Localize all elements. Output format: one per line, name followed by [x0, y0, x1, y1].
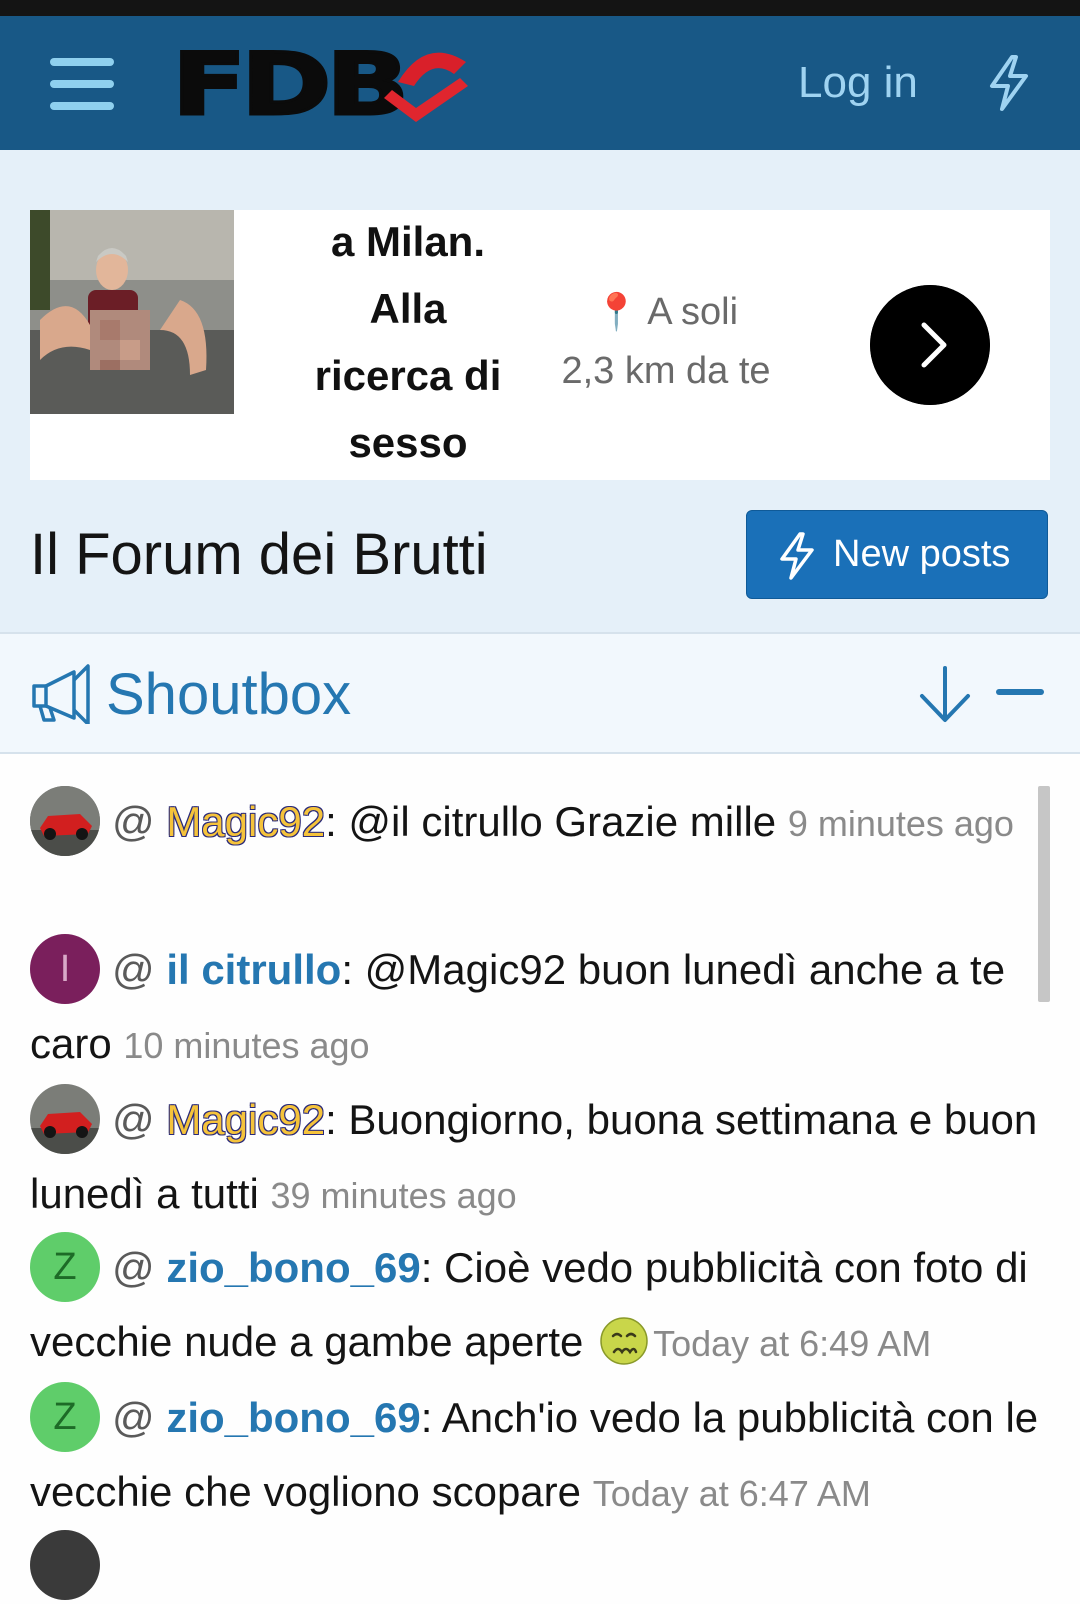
page-title: Il Forum dei Brutti — [30, 522, 488, 587]
at-sign: @ — [112, 798, 155, 845]
hamburger-menu-icon[interactable] — [50, 56, 114, 112]
ad-distance: 2,3 km da te — [561, 350, 771, 392]
timestamp: Today at 6:47 AM — [592, 1472, 871, 1514]
shoutbox-scrollbar[interactable] — [1038, 786, 1050, 1002]
ad-location-label: A soli — [647, 291, 739, 333]
ad-headline-line: ricerca di — [314, 352, 502, 399]
location-pin-icon: 📍 — [593, 291, 639, 332]
username-link[interactable]: zio_bono_69 — [166, 1394, 420, 1441]
timestamp: 9 minutes ago — [787, 803, 1014, 844]
avatar[interactable]: Z — [30, 1231, 100, 1302]
timestamp: Today at 6:49 AM — [653, 1322, 932, 1364]
new-posts-label: New posts — [833, 533, 1011, 575]
shoutbox-header: Shoutbox — [0, 632, 1080, 754]
ad-location: 📍 A soli 2,3 km da te — [534, 282, 798, 401]
shout-message-partial — [30, 1529, 1042, 1604]
shout-message: @ Magic92: @il citrullo Grazie mille 9 m… — [30, 785, 1042, 860]
lightning-bolt-icon — [780, 532, 814, 580]
status-bar — [0, 0, 1080, 16]
at-sign: @ — [112, 946, 155, 993]
new-posts-button[interactable]: New posts — [746, 510, 1048, 599]
username-link[interactable]: il citrullo — [166, 946, 341, 993]
ad-headline-line: sesso — [348, 419, 468, 466]
timestamp: 10 minutes ago — [123, 1024, 370, 1066]
avatar[interactable] — [30, 1083, 100, 1154]
logo-text: FDB — [172, 42, 404, 124]
arrow-down-icon[interactable] — [916, 664, 974, 724]
separator: : — [420, 1394, 433, 1441]
avatar[interactable] — [30, 1529, 100, 1600]
separator: : — [341, 946, 353, 993]
at-sign: @ — [112, 1394, 155, 1441]
shout-message: Z @ zio_bono_69: Cioè vedo pubblicità con… — [30, 1231, 1042, 1380]
ad-arrow-button[interactable] — [870, 285, 990, 405]
shout-message: Z @ zio_bono_69: Anch'io vedo la pubblici… — [30, 1381, 1042, 1530]
collapse-minus-icon[interactable] — [996, 689, 1044, 695]
ad-banner[interactable]: a Milan. Alla ricerca di sesso 📍 A soli … — [30, 210, 1050, 480]
avatar[interactable]: Z — [30, 1381, 100, 1452]
username-link[interactable]: Magic92 — [166, 798, 325, 845]
ad-headline-line: Alla — [369, 285, 447, 332]
shoutbox-title[interactable]: Shoutbox — [106, 660, 351, 730]
at-sign: @ — [112, 1096, 155, 1143]
shout-message: @ Magic92: Buongiorno, buona settimana e… — [30, 1083, 1042, 1232]
megaphone-icon — [32, 664, 90, 724]
ad-headline[interactable]: a Milan. Alla ricerca di sesso — [264, 208, 552, 476]
site-logo[interactable]: FDB — [170, 42, 470, 124]
sick-face-emoji-icon — [600, 1317, 648, 1365]
timestamp: 39 minutes ago — [270, 1174, 517, 1216]
lightning-bolt-icon[interactable] — [986, 54, 1032, 112]
avatar[interactable] — [30, 785, 100, 856]
ad-headline-line: a Milan. — [330, 218, 486, 265]
username-link[interactable]: zio_bono_69 — [166, 1244, 420, 1291]
at-sign: @ — [112, 1244, 155, 1291]
shout-message: I @ il citrullo: @Magic92 buon lunedì anc… — [30, 933, 1042, 1082]
separator: : — [325, 798, 337, 845]
site-header: FDB Log in — [0, 16, 1080, 150]
username-link[interactable]: Magic92 — [166, 1096, 325, 1143]
separator: : — [420, 1244, 433, 1291]
separator: : — [325, 1096, 337, 1143]
login-link[interactable]: Log in — [798, 56, 918, 110]
ad-image[interactable] — [30, 210, 234, 414]
avatar[interactable]: I — [30, 933, 100, 1004]
message-text: @il citrullo Grazie mille — [336, 798, 788, 845]
